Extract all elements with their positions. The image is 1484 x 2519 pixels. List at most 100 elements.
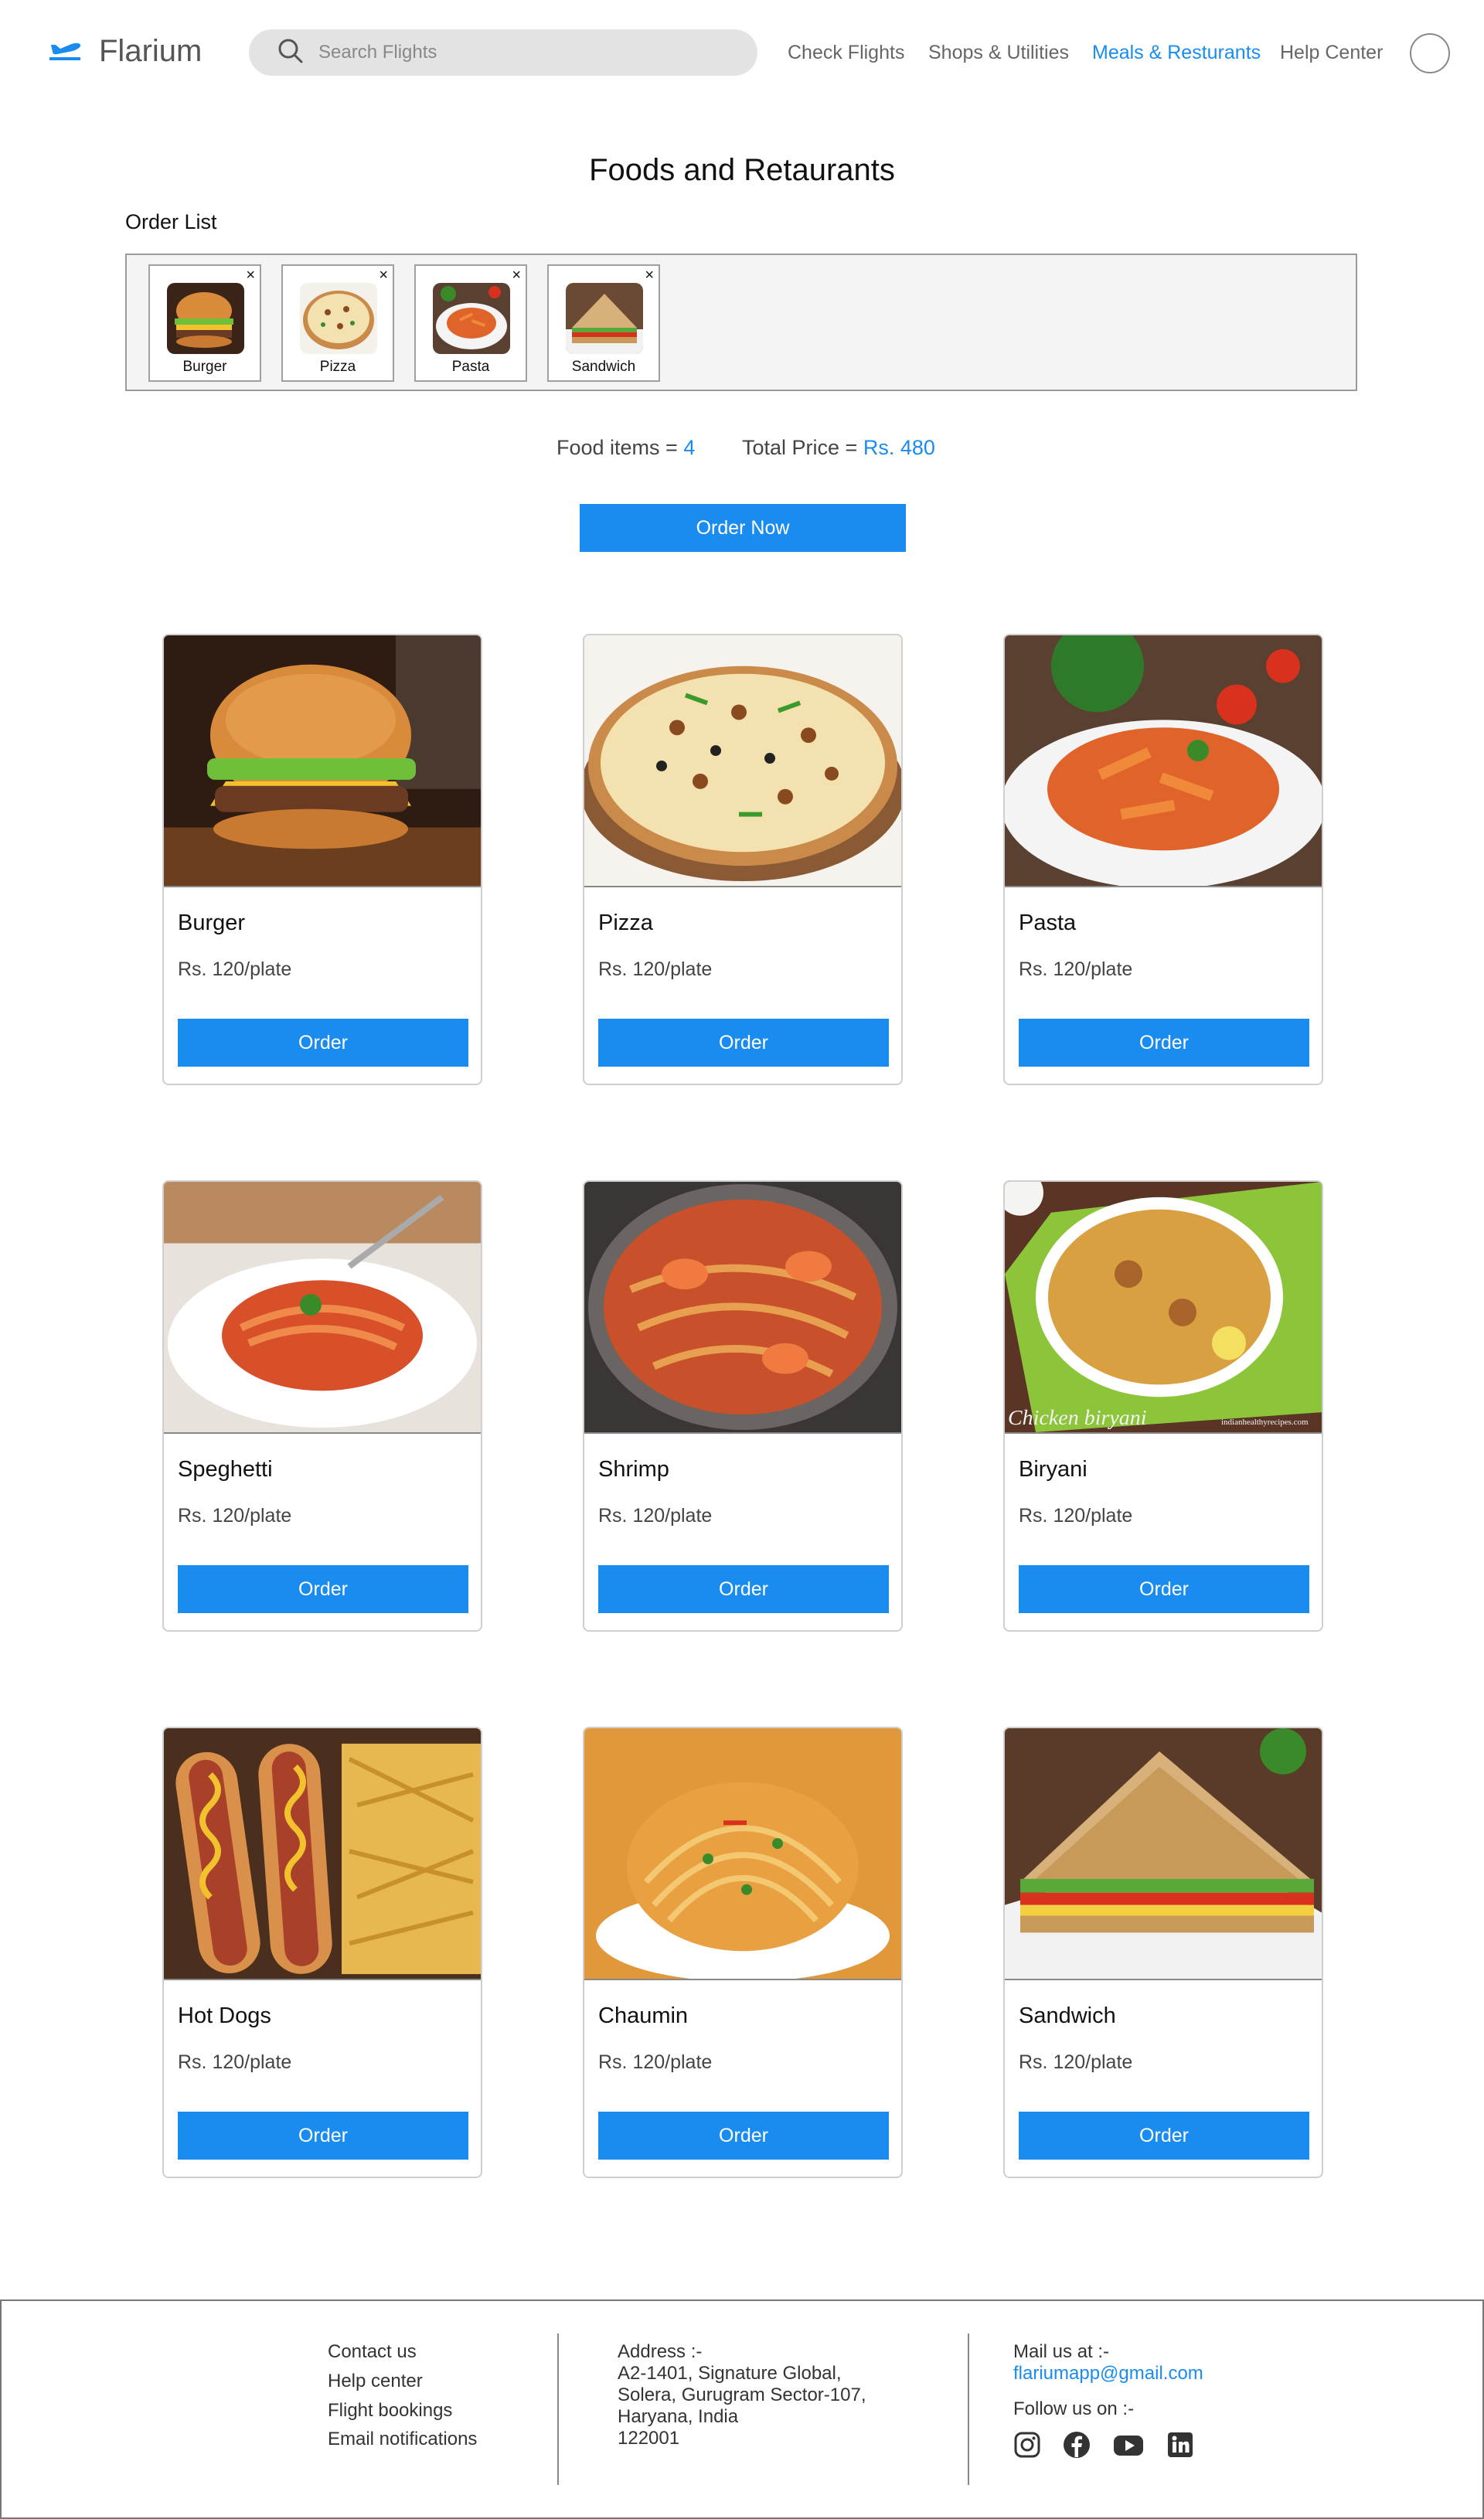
total-price-label: Total Price = — [742, 436, 863, 459]
total-price: Total Price = Rs. 480 — [742, 436, 935, 460]
food-price: Rs. 120/plate — [598, 958, 713, 980]
food-price: Rs. 120/plate — [1019, 2051, 1133, 2073]
food-card: Sandwich Rs. 120/plate Order — [1003, 1727, 1323, 2178]
food-name: Biryani — [1019, 1457, 1087, 1482]
order-button[interactable]: Order — [1019, 1019, 1309, 1067]
order-now-button[interactable]: Order Now — [580, 504, 906, 552]
order-button[interactable]: Order — [178, 2112, 468, 2160]
food-card: Hot Dogs Rs. 120/plate Order — [162, 1727, 482, 2178]
food-card: Pasta Rs. 120/plate Order — [1003, 634, 1323, 1085]
burger-image — [164, 635, 481, 887]
food-price: Rs. 120/plate — [178, 1505, 292, 1527]
pizza-image — [584, 635, 901, 887]
youtube-icon[interactable] — [1113, 2431, 1144, 2459]
food-card: Chicken biryani indianhealthyrecipes.com… — [1003, 1180, 1323, 1632]
food-price: Rs. 120/plate — [178, 2051, 292, 2073]
order-item: Pizza × — [281, 264, 394, 382]
order-button[interactable]: Order — [598, 2112, 889, 2160]
footer-mail-label: Mail us at :- — [1013, 2341, 1110, 2362]
footer: Contact us Help center Flight bookings E… — [0, 2299, 1484, 2519]
food-name: Speghetti — [178, 1457, 273, 1482]
footer-mail-link[interactable]: flariumapp@gmail.com — [1013, 2363, 1203, 2385]
brand-logo[interactable]: Flarium — [46, 34, 202, 69]
food-name: Pasta — [1019, 911, 1077, 935]
order-button[interactable]: Order — [598, 1019, 889, 1067]
linkedin-icon[interactable] — [1166, 2431, 1194, 2459]
search-input[interactable] — [318, 42, 720, 63]
biryani-watermark: indianhealthyrecipes.com — [1221, 1418, 1309, 1427]
footer-address-label: Address :- — [618, 2341, 703, 2362]
nav-check-flights[interactable]: Check Flights — [788, 42, 904, 64]
footer-follow-label: Follow us on :- — [1013, 2398, 1135, 2419]
footer-link-help-center[interactable]: Help center — [328, 2371, 423, 2392]
shrimp-image — [584, 1182, 901, 1434]
food-price: Rs. 120/plate — [178, 958, 292, 980]
remove-order-close-icon[interactable]: × — [379, 267, 388, 283]
food-name: Burger — [178, 911, 246, 935]
footer-link-contact-us[interactable]: Contact us — [328, 2341, 417, 2363]
food-items-count: Food items = 4 — [556, 436, 695, 460]
pizza-thumbnail — [300, 283, 377, 354]
facebook-icon[interactable] — [1063, 2431, 1091, 2459]
search-bar[interactable] — [249, 29, 757, 76]
food-items-value: 4 — [683, 436, 696, 459]
order-item-name: Pizza — [319, 359, 356, 375]
airplane-logo-icon — [46, 34, 83, 69]
order-button[interactable]: Order — [1019, 2112, 1309, 2160]
food-card: Speghetti Rs. 120/plate Order — [162, 1180, 482, 1632]
order-item: Pasta × — [414, 264, 527, 382]
search-icon — [277, 37, 305, 69]
remove-order-close-icon[interactable]: × — [246, 267, 255, 283]
footer-address-pincode: 122001 — [618, 2428, 680, 2449]
order-list: Burger × Pizza × Pasta × Sandwich × — [125, 254, 1357, 391]
food-name: Pizza — [598, 911, 653, 935]
biryani-caption: Chicken biryani — [1008, 1406, 1147, 1430]
nav-meals-restaurants[interactable]: Meals & Resturants — [1092, 42, 1261, 64]
order-list-label: Order List — [125, 210, 217, 233]
page-title: Foods and Retaurants — [589, 153, 895, 187]
order-button[interactable]: Order — [178, 1019, 468, 1067]
total-price-value: Rs. 480 — [863, 436, 935, 459]
avatar[interactable] — [1410, 33, 1450, 73]
remove-order-close-icon[interactable]: × — [645, 267, 654, 283]
order-button[interactable]: Order — [1019, 1565, 1309, 1613]
food-name: Chaumin — [598, 2003, 689, 2028]
hot-dogs-image — [164, 1728, 481, 1980]
food-name: Shrimp — [598, 1457, 669, 1482]
nav-shops-utilities[interactable]: Shops & Utilities — [928, 42, 1069, 64]
footer-address-line: Haryana, India — [618, 2406, 739, 2427]
order-button[interactable]: Order — [178, 1565, 468, 1613]
food-card: Pizza Rs. 120/plate Order — [583, 634, 903, 1085]
brand-name: Flarium — [99, 34, 203, 68]
food-price: Rs. 120/plate — [1019, 1505, 1133, 1527]
order-item: Sandwich × — [547, 264, 660, 382]
food-name: Hot Dogs — [178, 2003, 271, 2028]
food-price: Rs. 120/plate — [1019, 958, 1133, 980]
food-card: Shrimp Rs. 120/plate Order — [583, 1180, 903, 1632]
pasta-image — [1005, 635, 1322, 887]
order-button[interactable]: Order — [598, 1565, 889, 1613]
nav-help-center[interactable]: Help Center — [1280, 42, 1383, 64]
footer-link-flight-bookings[interactable]: Flight bookings — [328, 2400, 452, 2422]
order-item: Burger × — [148, 264, 261, 382]
order-item-name: Burger — [182, 359, 227, 375]
speghetti-image — [164, 1182, 481, 1434]
biryani-image: Chicken biryani indianhealthyrecipes.com — [1005, 1182, 1322, 1434]
food-card: Burger Rs. 120/plate Order — [162, 634, 482, 1085]
sandwich-thumbnail — [566, 283, 643, 354]
food-price: Rs. 120/plate — [598, 2051, 713, 2073]
order-item-name: Pasta — [451, 359, 490, 375]
footer-address-line: Solera, Gurugram Sector-107, — [618, 2385, 866, 2405]
food-items-label: Food items = — [556, 436, 684, 459]
instagram-icon[interactable] — [1013, 2431, 1041, 2459]
remove-order-close-icon[interactable]: × — [512, 267, 521, 283]
pasta-thumbnail — [433, 283, 510, 354]
chaumin-image — [584, 1728, 901, 1980]
food-card: Chaumin Rs. 120/plate Order — [583, 1727, 903, 2178]
footer-divider — [968, 2333, 969, 2485]
burger-thumbnail — [167, 283, 244, 354]
footer-link-email-notifications[interactable]: Email notifications — [328, 2429, 477, 2450]
sandwich-image — [1005, 1728, 1322, 1980]
header: Flarium Check Flights Shops & Utilities … — [0, 0, 1484, 108]
footer-divider — [557, 2333, 559, 2485]
